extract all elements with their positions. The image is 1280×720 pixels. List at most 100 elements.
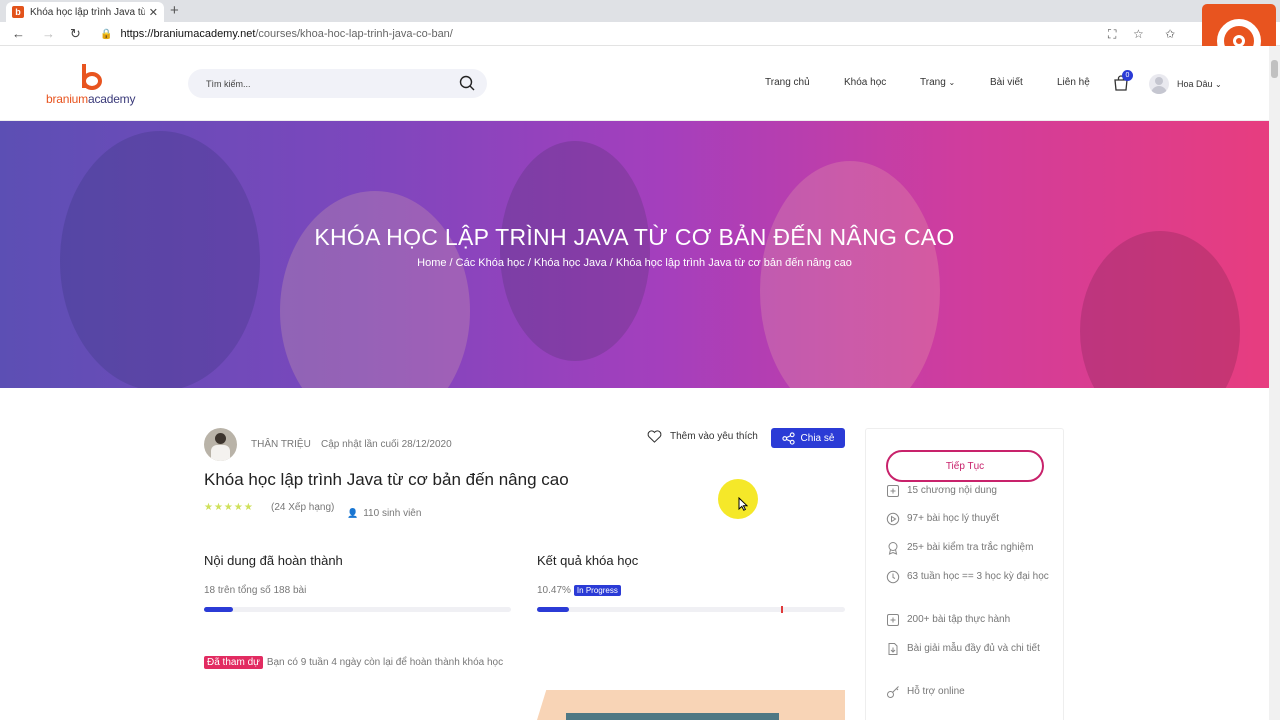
- site-logo[interactable]: braniumacademy: [46, 64, 146, 108]
- user-icon: 👤: [347, 508, 359, 518]
- cart-button[interactable]: 0: [1112, 70, 1133, 92]
- feature-text: 15 chương nội dung: [907, 485, 997, 496]
- content-progress-bar: [204, 607, 511, 612]
- feature-item: 25+ bài kiểm tra trắc nghiệm: [886, 540, 1057, 556]
- hero-photo-shape: [500, 141, 650, 361]
- plus-square-icon: [887, 485, 899, 497]
- reload-icon[interactable]: ↻: [70, 26, 81, 42]
- continue-button[interactable]: Tiếp Tục: [886, 450, 1044, 482]
- author-name[interactable]: THÂN TRIỆU: [251, 439, 311, 450]
- feature-text: 200+ bài tập thực hành: [907, 614, 1011, 625]
- hero-photo-shape: [280, 191, 470, 388]
- nav-home[interactable]: Trang chủ: [765, 77, 810, 88]
- feature-text: 97+ bài học lý thuyết: [907, 513, 1000, 524]
- new-tab-button[interactable]: +: [170, 2, 179, 19]
- award-icon: [888, 542, 898, 555]
- play-circle-icon: [886, 512, 900, 526]
- mouse-cursor-icon: [738, 497, 748, 511]
- chevron-down-icon: ⌄: [1215, 80, 1222, 89]
- search-icon[interactable]: [459, 75, 475, 91]
- result-heading: Kết quả khóa học: [537, 553, 639, 568]
- scrollbar-thumb[interactable]: [1271, 60, 1278, 78]
- download-file-icon: [888, 643, 898, 655]
- logo-wordmark: braniumacademy: [46, 92, 135, 106]
- enrollment-notice: Đã tham dự Bạn có 9 tuần 4 ngày còn lại …: [204, 656, 503, 669]
- avatar-body: [1151, 86, 1167, 94]
- hero-photo-shape: [760, 161, 940, 388]
- browser-toolbar: ← → ↻ 🔒 https://braniumacademy.net /cour…: [0, 22, 1280, 46]
- logo-b-bowl: [82, 72, 102, 90]
- last-updated: Cập nhật lần cuối 28/12/2020: [321, 439, 452, 450]
- feature-item: 200+ bài tập thực hành: [886, 612, 1057, 628]
- url-path: /courses/khoa-hoc-lap-trinh-java-co-ban/: [255, 28, 453, 40]
- nav-pages-label: Trang: [920, 77, 946, 88]
- author-avatar-head: [215, 433, 226, 444]
- content-progress-fill: [204, 607, 234, 612]
- feature-item: 97+ bài học lý thuyết: [886, 511, 1057, 527]
- browser-tabbar: b Khóa học lập trình Java từ cơ bả ✕ +: [0, 0, 1280, 22]
- translate-icon[interactable]: ⛶: [1108, 27, 1116, 42]
- clock-icon: [886, 570, 900, 584]
- logo-text-branium: branium: [46, 92, 88, 106]
- close-tab-icon[interactable]: ✕: [149, 6, 158, 19]
- lock-icon: 🔒: [100, 28, 113, 40]
- chevron-down-icon: ⌄: [948, 78, 956, 87]
- content-progress-text: 18 trên tổng số 188 bài: [204, 585, 307, 596]
- logo-b-icon: [82, 64, 104, 90]
- site-header: braniumacademy Trang chủ Khóa học Trang …: [0, 46, 1269, 121]
- plus-square-icon: [887, 614, 899, 626]
- url-host: https://braniumacademy.net: [120, 28, 256, 40]
- result-progress-bar: [537, 607, 845, 612]
- thumbnail-detail: [566, 713, 779, 720]
- course-title: Khóa học lập trình Java từ cơ bản đến nâ…: [204, 470, 569, 489]
- content-progress-heading: Nội dung đã hoàn thành: [204, 553, 343, 568]
- page-title: KHÓA HỌC LẬP TRÌNH JAVA TỪ CƠ BẢN ĐẾN NÂ…: [314, 224, 955, 250]
- avatar-head: [1155, 77, 1163, 85]
- forward-icon[interactable]: →: [42, 26, 55, 41]
- wishlist-button[interactable]: Thêm vào yêu thích: [647, 430, 758, 443]
- logo-text-academy: academy: [87, 92, 136, 106]
- wishlist-label: Thêm vào yêu thích: [670, 431, 758, 442]
- status-badge: In Progress: [573, 585, 621, 596]
- cart-count-badge: 0: [1122, 70, 1133, 81]
- author-avatar[interactable]: [204, 428, 237, 461]
- star-icon[interactable]: ☆: [1133, 27, 1144, 41]
- search-input[interactable]: [206, 75, 446, 92]
- course-thumbnail: [537, 690, 845, 720]
- nav-pages[interactable]: Trang ⌄: [920, 77, 955, 88]
- feature-item: Hỗ trợ online: [886, 684, 1057, 700]
- hero-photo-shape: [1080, 231, 1240, 388]
- feature-item: 15 chương nội dung: [886, 483, 1057, 499]
- result-value-row: 10.47% In Progress: [537, 585, 621, 596]
- breadcrumb[interactable]: Home / Các Khóa học / Khóa học Java / Kh…: [0, 257, 1269, 269]
- username-label: Hoa Dâu: [1177, 79, 1213, 89]
- feature-item: 63 tuần học == 3 học kỳ đại học: [886, 569, 1057, 585]
- rating-stars: ★★★★★: [204, 502, 254, 513]
- address-field[interactable]: 🔒 https://braniumacademy.net /courses/kh…: [100, 25, 1100, 43]
- rating-count: (24 Xếp hạng): [271, 502, 335, 513]
- back-icon[interactable]: ←: [12, 26, 25, 41]
- page-scrollbar[interactable]: [1269, 46, 1280, 720]
- result-percent: 10.47%: [537, 585, 571, 596]
- favicon-icon: b: [12, 6, 24, 18]
- nav-blog[interactable]: Bài viết: [990, 77, 1023, 88]
- feature-text: Bài giải mẫu đầy đủ và chi tiết: [907, 643, 1040, 654]
- favorites-icon[interactable]: ✩: [1165, 27, 1175, 41]
- author-avatar-body: [211, 445, 230, 461]
- user-menu[interactable]: Hoa Dâu ⌄: [1177, 79, 1222, 89]
- user-avatar[interactable]: [1149, 74, 1169, 94]
- student-count-label: 110 sinh viên: [363, 508, 422, 519]
- student-count: 👤 110 sinh viên: [347, 508, 421, 519]
- share-button[interactable]: Chia sẻ: [771, 428, 845, 448]
- feature-text: 25+ bài kiểm tra trắc nghiệm: [907, 542, 1034, 553]
- browser-tab[interactable]: b Khóa học lập trình Java từ cơ bả ✕: [6, 2, 164, 22]
- enrolled-badge: Đã tham dự: [204, 656, 263, 669]
- tab-title: Khóa học lập trình Java từ cơ bả: [30, 6, 145, 18]
- key-icon: [887, 686, 899, 698]
- time-remaining-text: Bạn có 9 tuần 4 ngày còn lại để hoàn thà…: [266, 657, 504, 668]
- nav-contact[interactable]: Liên hệ: [1057, 77, 1090, 88]
- feature-item: Bài giải mẫu đầy đủ và chi tiết: [886, 641, 1057, 657]
- nav-courses[interactable]: Khóa học: [844, 77, 886, 88]
- feature-text: Hỗ trợ online: [907, 686, 965, 697]
- search-box: [188, 69, 487, 98]
